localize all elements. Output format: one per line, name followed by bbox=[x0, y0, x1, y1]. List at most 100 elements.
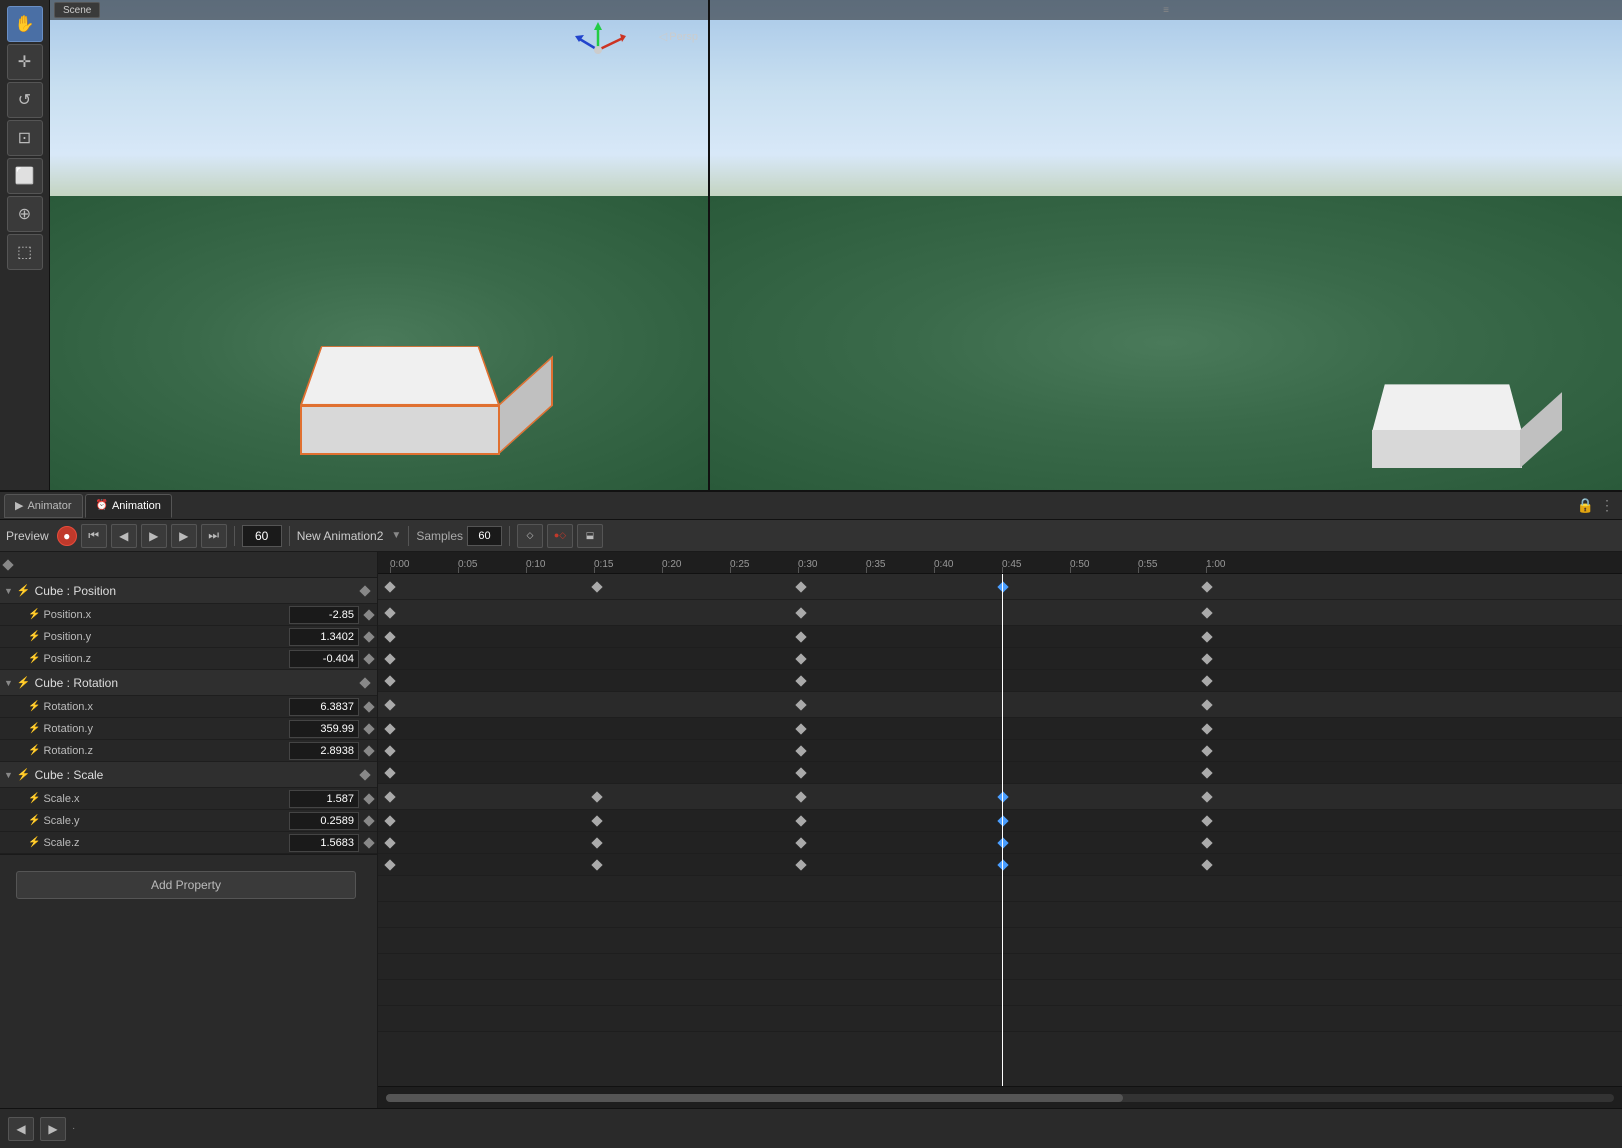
skip-end-button[interactable]: ⏭ bbox=[201, 524, 227, 548]
preview-label: Preview bbox=[6, 529, 49, 543]
viewport-tab-bar: Scene bbox=[50, 0, 708, 20]
overall-keyframe-diamond bbox=[2, 559, 13, 570]
rotation-y-input[interactable] bbox=[289, 720, 359, 738]
rotation-keyframe-diamond bbox=[359, 677, 370, 688]
scale-y-icon: ⚡ bbox=[28, 815, 40, 826]
cube-position-group[interactable]: ▼ ⚡ Cube : Position bbox=[0, 578, 377, 604]
viewport-tab-bar-right: ≡ bbox=[710, 0, 1622, 20]
rect-tool-button[interactable]: ⊡ bbox=[7, 120, 43, 156]
frame-counter[interactable]: 60 bbox=[242, 525, 282, 547]
rotation-y-icon: ⚡ bbox=[28, 723, 40, 734]
position-y-row: ⚡ Position.y bbox=[0, 626, 377, 648]
chevron-down-icon-3: ▼ bbox=[4, 770, 13, 780]
add-keyframe-button[interactable]: ◇ bbox=[517, 524, 543, 548]
cube-top-face bbox=[300, 346, 500, 405]
move-tool-button[interactable]: ✛ bbox=[7, 44, 43, 80]
viewport-right[interactable]: ≡ bbox=[710, 0, 1622, 490]
scale-z-input[interactable] bbox=[289, 834, 359, 852]
kf-overall-2 bbox=[795, 581, 806, 592]
tab-animation[interactable]: ⏰ Animation bbox=[85, 494, 172, 518]
timeline-row-position-y bbox=[378, 648, 1622, 670]
scale-y-input[interactable] bbox=[289, 812, 359, 830]
timeline-row-position-z bbox=[378, 670, 1622, 692]
rotate-tool-button[interactable]: ↺ bbox=[7, 82, 43, 118]
playhead[interactable] bbox=[1002, 574, 1003, 1086]
add-property-section: Add Property bbox=[0, 854, 377, 915]
scale-keyframe-diamond bbox=[359, 769, 370, 780]
step-back-button[interactable]: ◀ bbox=[111, 524, 137, 548]
next-frame-button[interactable]: ▶ bbox=[40, 1117, 66, 1141]
position-x-input[interactable] bbox=[289, 606, 359, 624]
skip-start-button[interactable]: ⏮ bbox=[81, 524, 107, 548]
kf-overall-4 bbox=[1201, 581, 1212, 592]
scale-tool-button[interactable]: ⬜ bbox=[7, 158, 43, 194]
position-y-input[interactable] bbox=[289, 628, 359, 646]
position-z-input[interactable] bbox=[289, 650, 359, 668]
lock-icon[interactable]: 🔒 bbox=[1577, 497, 1594, 514]
rotation-z-icon: ⚡ bbox=[28, 745, 40, 756]
position-z-icon: ⚡ bbox=[28, 653, 40, 664]
sky-background-right bbox=[710, 0, 1622, 221]
scale-y-row: ⚡ Scale.y bbox=[0, 810, 377, 832]
timeline-row-scale-z bbox=[378, 854, 1622, 876]
separator-3 bbox=[408, 526, 409, 546]
scale-x-input[interactable] bbox=[289, 790, 359, 808]
position-x-icon: ⚡ bbox=[28, 609, 40, 620]
animation-icon: ⏰ bbox=[96, 500, 108, 511]
transform-tool-button[interactable]: ⊕ bbox=[7, 196, 43, 232]
rotation-x-row: ⚡ Rotation.x bbox=[0, 696, 377, 718]
custom-tool-button[interactable]: ⬚ bbox=[7, 234, 43, 270]
rotation-x-icon: ⚡ bbox=[28, 701, 40, 712]
timeline-row-empty-3 bbox=[378, 928, 1622, 954]
rotation-z-row: ⚡ Rotation.z bbox=[0, 740, 377, 762]
hand-tool-button[interactable]: ✋ bbox=[7, 6, 43, 42]
rotation-x-input[interactable] bbox=[289, 698, 359, 716]
rotation-z-input[interactable] bbox=[289, 742, 359, 760]
viewport-left[interactable]: ◁ Persp Scene bbox=[50, 0, 710, 490]
overall-keyframe-row bbox=[0, 552, 377, 578]
tab-animator[interactable]: ▶ Animator bbox=[4, 494, 83, 518]
position-y-icon: ⚡ bbox=[28, 631, 40, 642]
animation-name-label: New Animation2 bbox=[297, 529, 384, 543]
more-options-icon[interactable]: ⋮ bbox=[1600, 497, 1614, 514]
panel-tabs: ▶ Animator ⏰ Animation 🔒 ⋮ bbox=[0, 492, 1622, 520]
animation-name-dropdown[interactable]: ▼ bbox=[391, 530, 401, 541]
timeline-row-scale-group bbox=[378, 784, 1622, 810]
position-z-diamond bbox=[363, 653, 374, 664]
record-button[interactable]: ● bbox=[57, 526, 77, 546]
scale-z-icon: ⚡ bbox=[28, 837, 40, 848]
timeline-ruler: 0:00 0:05 0:10 0:15 0:20 0:25 0:30 0:35 … bbox=[378, 552, 1622, 574]
timeline-row-position-group bbox=[378, 600, 1622, 626]
scene-tab[interactable]: Scene bbox=[54, 2, 100, 18]
rotation-z-diamond bbox=[363, 745, 374, 756]
property-panel: ▼ ⚡ Cube : Position ⚡ Position.x ⚡ Posit… bbox=[0, 552, 378, 1108]
scale-x-row: ⚡ Scale.x bbox=[0, 788, 377, 810]
separator-2 bbox=[289, 526, 290, 546]
rotation-x-diamond bbox=[363, 701, 374, 712]
ruler-0:00: 0:00 bbox=[390, 559, 409, 570]
cube-rotation-group[interactable]: ▼ ⚡ Cube : Rotation bbox=[0, 670, 377, 696]
add-property-button[interactable]: Add Property bbox=[16, 871, 356, 899]
timeline-row-overall bbox=[378, 574, 1622, 600]
record-keyframe-button[interactable]: ●◇ bbox=[547, 524, 573, 548]
chevron-down-icon-2: ▼ bbox=[4, 678, 13, 688]
timeline-panel[interactable]: 0:00 0:05 0:10 0:15 0:20 0:25 0:30 0:35 … bbox=[378, 552, 1622, 1108]
cube-front-face bbox=[300, 405, 500, 455]
bottom-nav: ◀ ▶ · bbox=[0, 1108, 1622, 1148]
timeline-row-empty-6 bbox=[378, 1006, 1622, 1032]
timeline-scrollbar[interactable] bbox=[378, 1086, 1622, 1108]
prev-frame-button[interactable]: ◀ bbox=[8, 1117, 34, 1141]
timeline-row-rotation-y bbox=[378, 740, 1622, 762]
cube-scale-group[interactable]: ▼ ⚡ Cube : Scale bbox=[0, 762, 377, 788]
samples-input[interactable] bbox=[467, 526, 502, 546]
keyframe-nav-button[interactable]: ⬓ bbox=[577, 524, 603, 548]
step-forward-button[interactable]: ▶ bbox=[171, 524, 197, 548]
timeline-row-scale-x bbox=[378, 810, 1622, 832]
timeline-rows-container bbox=[378, 574, 1622, 1086]
play-button[interactable]: ▶ bbox=[141, 524, 167, 548]
timeline-row-rotation-x bbox=[378, 718, 1622, 740]
scene-gizmo[interactable] bbox=[568, 20, 628, 80]
chevron-down-icon: ▼ bbox=[4, 586, 13, 596]
scale-x-diamond bbox=[363, 793, 374, 804]
kf-overall-0 bbox=[384, 581, 395, 592]
